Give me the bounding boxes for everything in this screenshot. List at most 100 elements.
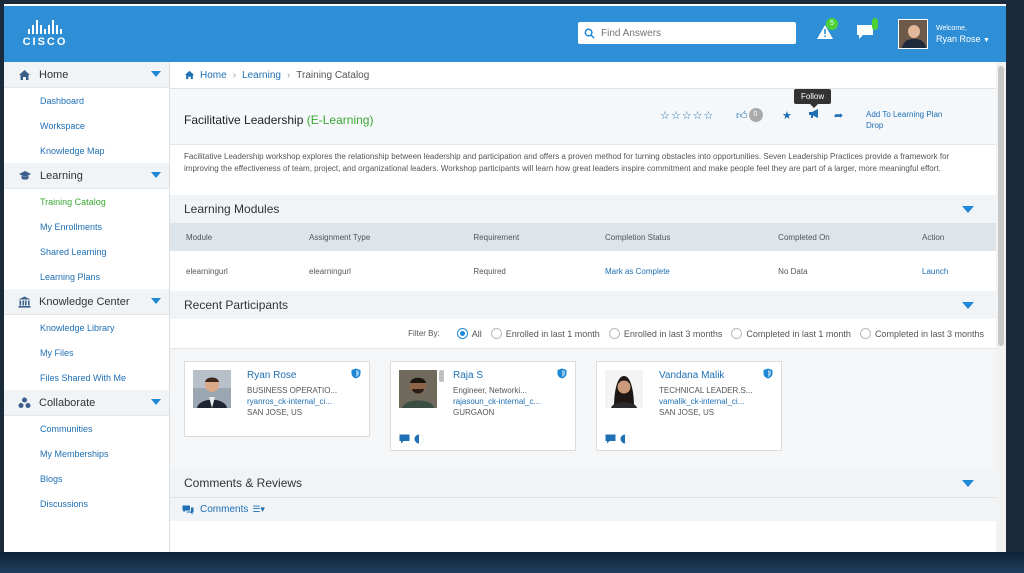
participant-card[interactable]: Ryan Rose BUSINESS OPERATIO... ryanros_c… [184, 361, 370, 437]
radio-dot [490, 328, 502, 339]
breadcrumb-home[interactable]: Home [200, 70, 227, 81]
column-header: Completed On [762, 223, 907, 251]
sidebar-item-my-enrollments[interactable]: My Enrollments [4, 214, 169, 239]
chevron-right-icon: › [232, 69, 237, 81]
chat-icon[interactable] [399, 434, 410, 444]
sidebar-section-knowledge-center[interactable]: Knowledge Center [4, 289, 169, 315]
shield-icon [763, 368, 773, 379]
cisco-bars-icon [20, 20, 70, 34]
sidebar: Home Dashboard Workspace Knowledge Map L… [4, 62, 170, 552]
logo-text: CISCO [22, 36, 68, 48]
chevron-down-icon[interactable] [151, 172, 161, 178]
participant-email[interactable]: rajasoun_ck-internal_c... [453, 397, 571, 406]
comments-icon [182, 505, 194, 514]
launch-link[interactable]: Launch [906, 251, 996, 291]
course-title: Facilitative Leadership [184, 113, 304, 127]
participant-name[interactable]: Vandana Malik [659, 370, 724, 381]
user-menu[interactable]: Welcome, Ryan Rose ▼ [898, 19, 990, 49]
radio-label: Completed in last 3 months [874, 328, 984, 339]
table-cell: No Data [778, 266, 808, 276]
participant-email[interactable]: vamalik_ck-internal_ci... [659, 397, 777, 406]
add-to-learning-plan-link[interactable]: Add To Learning Plan Drop [866, 109, 942, 131]
sidebar-section-collaborate[interactable]: Collaborate [4, 390, 169, 416]
card-actions [605, 434, 630, 444]
sidebar-item-my-files[interactable]: My Files [4, 340, 169, 365]
sidebar-item-knowledge-map[interactable]: Knowledge Map [4, 138, 169, 163]
presence-icon[interactable] [414, 434, 424, 444]
page-scrollbar[interactable] [996, 62, 1006, 552]
comments-tab-label: Comments [200, 504, 249, 515]
chevron-down-icon[interactable] [151, 71, 161, 77]
participant-name[interactable]: Raja S [453, 370, 483, 381]
participant-card[interactable]: Raja S Engineer, Networki... rajasoun_ck… [390, 361, 576, 451]
sidebar-section-label: Knowledge Center [39, 295, 130, 308]
panel-title: Recent Participants [184, 298, 289, 312]
sidebar-item-shared-learning[interactable]: Shared Learning [4, 239, 169, 264]
alerts-button[interactable]: 5 [816, 18, 838, 42]
course-type: (E-Learning) [306, 113, 374, 127]
sidebar-item-files-shared-with-me[interactable]: Files Shared With Me [4, 365, 169, 390]
alerts-badge: 5 [826, 18, 838, 30]
search-icon [584, 28, 595, 39]
sidebar-item-learning-plans[interactable]: Learning Plans [4, 264, 169, 289]
panel-title: Learning Modules [184, 202, 280, 216]
filter-enrolled-1m-radio[interactable]: Enrolled in last 1 month [490, 328, 600, 339]
breadcrumb-learning[interactable]: Learning [242, 70, 281, 81]
follow-megaphone-icon[interactable] [808, 108, 820, 122]
participant-email[interactable]: ryanros_ck-internal_ci... [247, 397, 365, 406]
sidebar-item-communities[interactable]: Communities [4, 416, 169, 441]
sidebar-item-discussions[interactable]: Discussions [4, 491, 169, 516]
sidebar-item-training-catalog[interactable]: Training Catalog [4, 189, 169, 214]
chevron-down-icon[interactable] [151, 298, 161, 304]
search-box[interactable] [578, 22, 796, 44]
follow-tooltip: Follow [794, 89, 832, 108]
panel-title: Comments & Reviews [184, 476, 303, 490]
participant-name[interactable]: Ryan Rose [247, 370, 296, 381]
sidebar-item-my-memberships[interactable]: My Memberships [4, 441, 169, 466]
recent-participants-header[interactable]: Recent Participants [170, 291, 996, 319]
chevron-down-icon[interactable] [151, 399, 161, 405]
sidebar-section-learning[interactable]: Learning [4, 163, 169, 189]
messages-badge: 0 [872, 18, 878, 30]
column-header: Completion Status [588, 223, 763, 251]
learning-modules-header[interactable]: Learning Modules [170, 195, 996, 223]
messages-button[interactable]: 0 [856, 18, 878, 42]
drop-link[interactable]: Drop [866, 120, 942, 131]
sidebar-item-blogs[interactable]: Blogs [4, 466, 169, 491]
table-cell: elearningurl [186, 266, 228, 276]
share-icon[interactable]: ➦ [834, 109, 843, 122]
cisco-logo[interactable]: CISCO [20, 20, 70, 48]
course-title-bar: Facilitative Leadership (E-Learning) ☆☆☆… [170, 89, 996, 145]
sort-menu-icon[interactable]: ☰▾ [252, 504, 265, 515]
filter-completed-1m-radio[interactable]: Completed in last 1 month [731, 328, 851, 339]
chat-icon[interactable] [605, 434, 616, 444]
filter-completed-3m-radio[interactable]: Completed in last 3 months [859, 328, 984, 339]
comments-tab[interactable]: Comments ☰▾ [170, 497, 996, 521]
favorite-star-icon[interactable]: ★ [782, 109, 792, 122]
mark-complete-link[interactable]: Mark as Complete [589, 251, 762, 291]
sidebar-item-knowledge-library[interactable]: Knowledge Library [4, 315, 169, 340]
search-input[interactable] [601, 27, 791, 39]
sidebar-item-dashboard[interactable]: Dashboard [4, 88, 169, 113]
participant-card[interactable]: Vandana Malik TECHNICAL LEADER.S... vama… [596, 361, 782, 451]
filter-all-radio[interactable]: All [456, 328, 482, 339]
sidebar-item-workspace[interactable]: Workspace [4, 113, 169, 138]
rating-stars[interactable]: ☆☆☆☆☆ [660, 109, 714, 122]
sidebar-section-home[interactable]: Home [4, 62, 169, 88]
chevron-down-icon[interactable] [962, 206, 974, 213]
scrollbar-thumb[interactable] [998, 66, 1004, 346]
page-title: Facilitative Leadership (E-Learning) [184, 113, 373, 127]
sidebar-section-label: Learning [40, 169, 83, 182]
like-button[interactable]: 👍︎ 0 [736, 108, 763, 122]
comments-reviews-header[interactable]: Comments & Reviews [170, 469, 996, 497]
thumbs-up-icon: 👍︎ [736, 109, 748, 122]
chevron-down-icon[interactable] [962, 302, 974, 309]
filter-enrolled-3m-radio[interactable]: Enrolled in last 3 months [608, 328, 722, 339]
participant-cards: Ryan Rose BUSINESS OPERATIO... ryanros_c… [170, 349, 996, 469]
column-header: Requirement [457, 223, 589, 251]
top-header: CISCO 5 0 Welcome, Ryan Rose ▼ [4, 6, 1006, 62]
home-icon [19, 69, 30, 80]
shield-icon [351, 368, 361, 379]
chevron-down-icon[interactable] [962, 480, 974, 487]
presence-icon[interactable] [620, 434, 630, 444]
